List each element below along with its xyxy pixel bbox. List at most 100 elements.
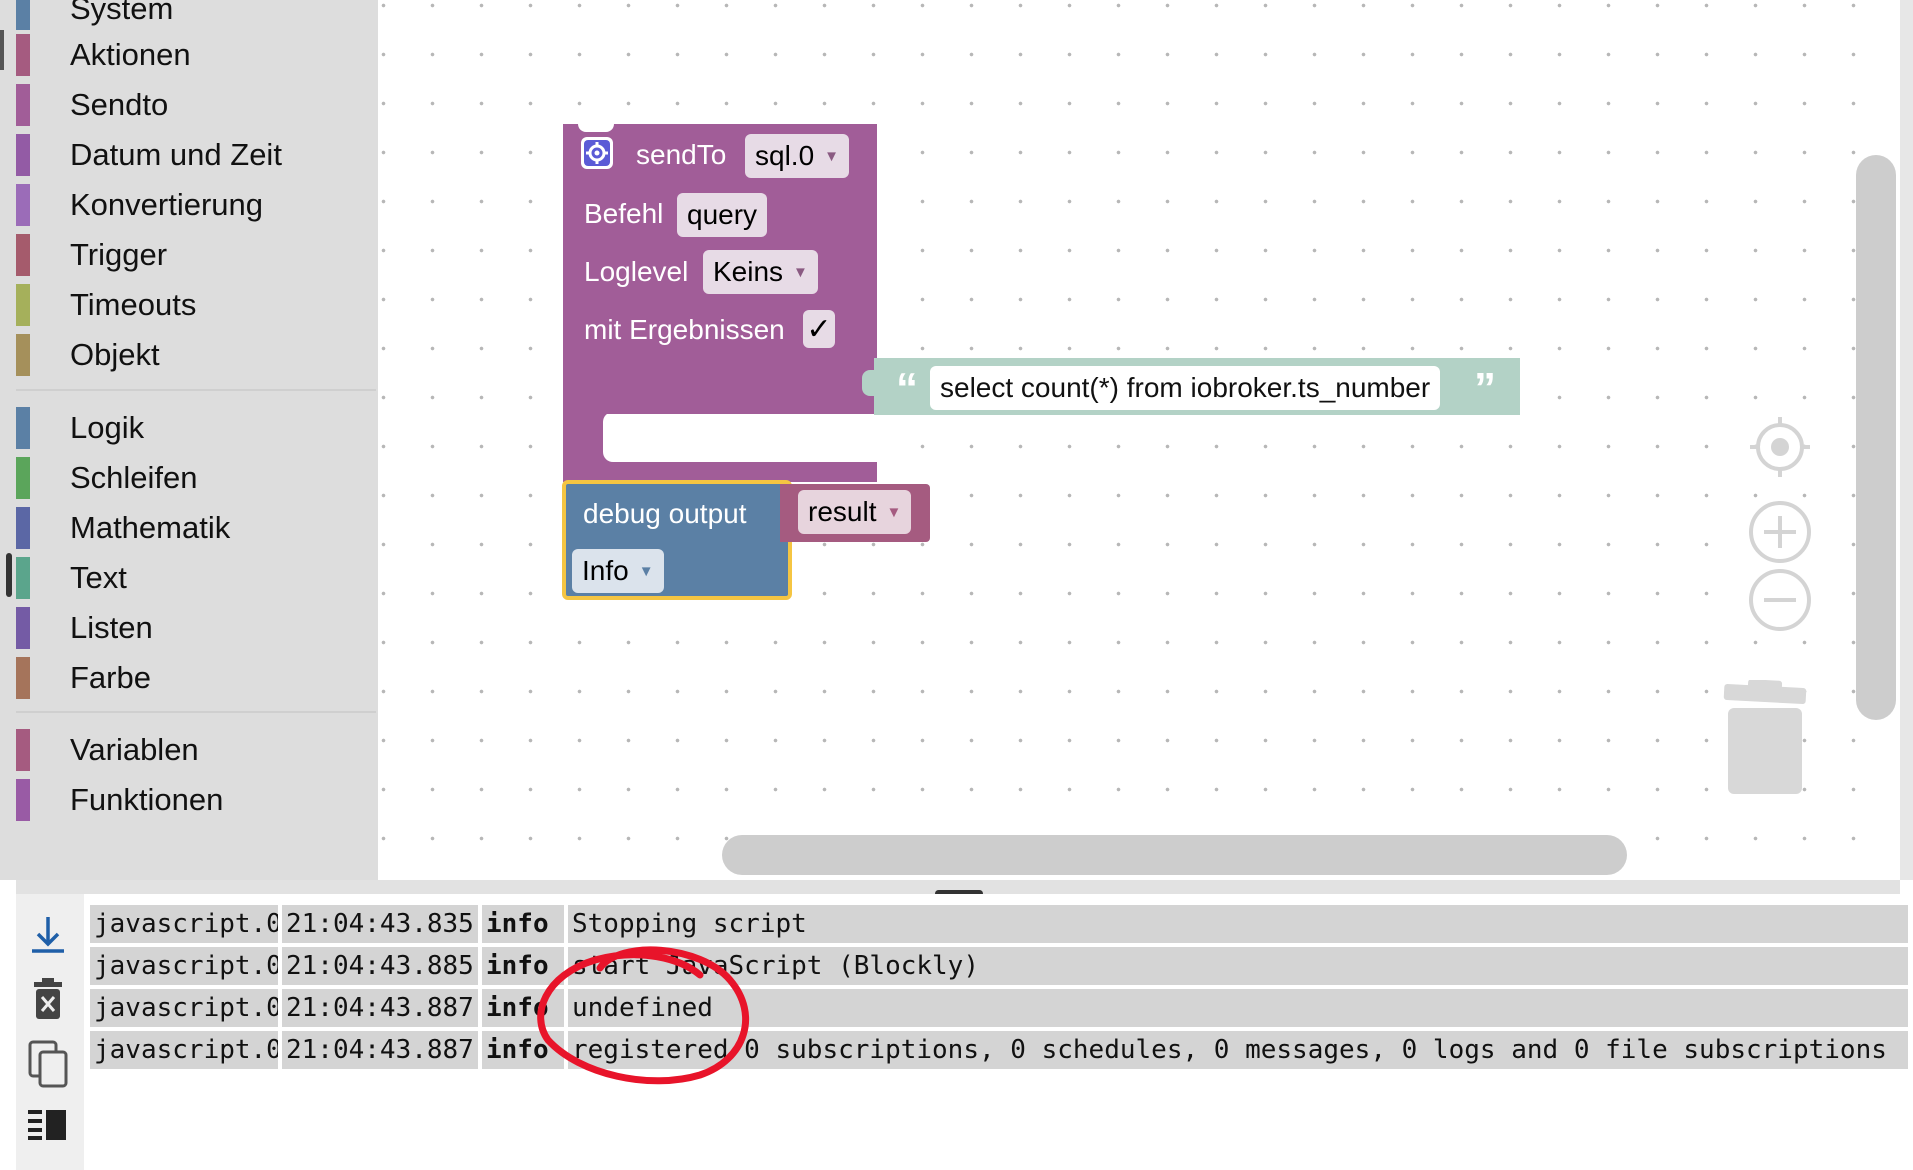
open-quote-icon: “ (896, 364, 918, 413)
toolbox-category-system[interactable]: System (16, 0, 366, 30)
dropdown-arrow-icon: ▼ (638, 562, 654, 580)
category-color-swatch (16, 779, 30, 821)
category-label: Mathematik (70, 510, 231, 545)
toolbox-category-text[interactable]: Text (16, 557, 366, 599)
sendto-instance-dropdown[interactable]: sql.0 ▼ (745, 134, 850, 178)
workspace-edge (1900, 0, 1913, 880)
category-label: Logik (70, 410, 145, 445)
log-message: undefined (568, 989, 1908, 1027)
workspace-horizontal-scrollbar[interactable] (722, 835, 1627, 875)
category-color-swatch (16, 334, 30, 376)
gear-icon[interactable] (581, 137, 613, 169)
log-level: info (482, 947, 564, 985)
with-results-checkbox[interactable]: ✓ (803, 310, 835, 348)
trash-icon[interactable] (1720, 679, 1810, 801)
category-label: Sendto (70, 87, 169, 122)
dropdown-arrow-icon: ▼ (886, 503, 902, 521)
text-value-field[interactable]: select count(*) from iobroker.ts_number (930, 366, 1441, 410)
category-label: Datum und Zeit (70, 137, 282, 172)
dropdown-value: sql.0 (755, 140, 815, 171)
close-quote-icon: ” (1474, 364, 1496, 413)
category-label: Variablen (70, 732, 199, 767)
log-level: info (482, 1031, 564, 1069)
log-row: javascript.0 21:04:43.885 info start Jav… (90, 947, 1912, 985)
toolbox-category-sendto[interactable]: Sendto (16, 84, 366, 126)
toolbox-category-objekt[interactable]: Objekt (16, 334, 366, 376)
log-level: info (482, 905, 564, 943)
category-label: Objekt (70, 337, 160, 372)
category-label: Listen (70, 610, 153, 645)
category-color-swatch (16, 729, 30, 771)
zoom-in-icon[interactable] (1748, 500, 1812, 569)
category-color-swatch (16, 457, 30, 499)
result-variable-dropdown[interactable]: result ▼ (798, 490, 912, 534)
log-source: javascript.0 (90, 947, 278, 985)
toolbox-category-listen[interactable]: Listen (16, 607, 366, 649)
toolbox-category-mathematik[interactable]: Mathematik (16, 507, 366, 549)
clear-log-icon[interactable] (28, 978, 68, 1025)
toolbox-category-aktionen[interactable]: Aktionen (16, 34, 366, 76)
log-time: 21:04:43.885 (282, 947, 478, 985)
log-time: 21:04:43.887 (282, 989, 478, 1027)
toolbox-category-konvertierung[interactable]: Konvertierung (16, 184, 366, 226)
category-color-swatch (16, 657, 30, 699)
category-color-swatch (16, 0, 30, 30)
category-color-swatch (16, 234, 30, 276)
block-notch (578, 124, 614, 132)
dropdown-value: Info (582, 555, 629, 586)
toolbox-category-farbe[interactable]: Farbe (16, 657, 366, 699)
command-input[interactable]: query (677, 193, 768, 237)
log-row: javascript.0 21:04:43.835 info Stopping … (90, 905, 1912, 943)
toolbox-category-funktionen[interactable]: Funktionen (16, 779, 366, 821)
log-time: 21:04:43.887 (282, 1031, 478, 1069)
log-message: registered 0 subscriptions, 0 schedules,… (568, 1031, 1908, 1069)
toolbox-category-schleifen[interactable]: Schleifen (16, 457, 366, 499)
category-color-swatch (16, 407, 30, 449)
blockly-toolbox: System Aktionen Sendto Datum und Zeit Ko… (0, 0, 378, 880)
toolbox-scroll-indicator (0, 30, 4, 70)
target-icon[interactable] (1748, 415, 1812, 484)
sendto-statement-slot (603, 412, 877, 462)
log-time: 21:04:43.835 (282, 905, 478, 943)
dropdown-value: Keins (713, 256, 784, 287)
toolbox-category-logik[interactable]: Logik (16, 407, 366, 449)
category-color-swatch (16, 557, 30, 599)
toolbox-category-timeouts[interactable]: Timeouts (16, 284, 366, 326)
command-label: Befehl (584, 198, 664, 229)
category-color-swatch (16, 184, 30, 226)
list-toggle-icon[interactable] (28, 1108, 68, 1145)
with-results-label: mit Ergebnissen (584, 314, 785, 345)
field-value: query (687, 199, 758, 230)
category-color-swatch (16, 284, 30, 326)
category-color-swatch (16, 607, 30, 649)
dropdown-value: result (808, 496, 877, 527)
category-label: Text (70, 560, 127, 595)
category-label: System (70, 0, 174, 26)
loglevel-dropdown[interactable]: Keins ▼ (703, 250, 818, 294)
copy-icon[interactable] (28, 1040, 70, 1093)
log-source: javascript.0 (90, 905, 278, 943)
workspace-vertical-scrollbar[interactable] (1856, 155, 1896, 720)
debug-level-dropdown[interactable]: Info ▼ (572, 549, 664, 593)
log-row: javascript.0 21:04:43.887 info undefined (90, 989, 1912, 1027)
toolbox-separator (16, 389, 376, 391)
text-block-connector (862, 370, 876, 396)
log-source: javascript.0 (90, 989, 278, 1027)
category-color-swatch (16, 84, 30, 126)
toolbox-category-trigger[interactable]: Trigger (16, 234, 366, 276)
toolbox-category-datum-und-zeit[interactable]: Datum und Zeit (16, 134, 366, 176)
log-message: Stopping script (568, 905, 1908, 943)
toolbox-category-variablen[interactable]: Variablen (16, 729, 366, 771)
sendto-bottom-arm (563, 462, 877, 482)
dropdown-arrow-icon: ▼ (793, 263, 808, 281)
log-message: start JavaScript (Blockly) (568, 947, 1908, 985)
category-label: Farbe (70, 660, 151, 695)
category-label: Konvertierung (70, 187, 264, 222)
debug-output-label: debug output (583, 498, 747, 529)
toolbox-scroll-thumb[interactable] (6, 553, 12, 597)
download-icon[interactable] (28, 915, 68, 960)
toolbox-separator (16, 711, 376, 713)
zoom-out-icon[interactable] (1748, 568, 1812, 637)
log-level: info (482, 989, 564, 1027)
category-label: Timeouts (70, 287, 197, 322)
